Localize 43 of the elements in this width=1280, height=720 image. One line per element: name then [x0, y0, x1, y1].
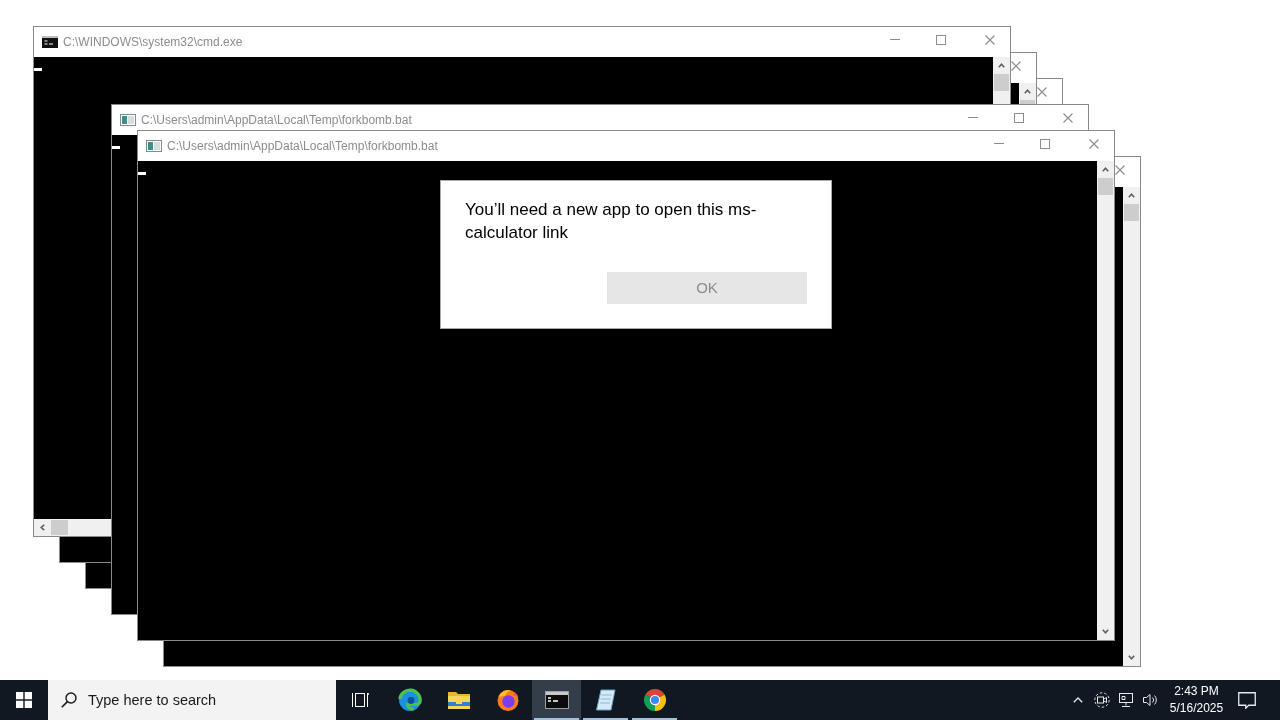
window-title: C:\Users\admin\AppData\Local\Temp\forkbomb.bat	[167, 138, 438, 154]
task-view-icon	[351, 691, 370, 709]
caret-down-icon	[1102, 629, 1109, 634]
network-icon	[1118, 692, 1134, 708]
caret-left-icon	[40, 524, 45, 531]
terminal-icon	[544, 688, 569, 712]
running-indicator	[632, 718, 677, 720]
terminal-icon	[42, 34, 58, 50]
minimize-icon	[890, 39, 900, 40]
message-icon	[1238, 691, 1256, 709]
camera-icon	[1094, 692, 1110, 708]
running-indicator	[583, 718, 628, 720]
maximize-icon	[936, 34, 946, 45]
running-indicator	[534, 718, 579, 720]
search-icon	[61, 692, 77, 708]
minimize-icon	[994, 143, 1004, 144]
chevron-up-icon	[1073, 697, 1083, 703]
caret-up-icon	[1024, 89, 1031, 94]
caret-down-icon	[1128, 655, 1135, 660]
window-icon	[146, 138, 162, 154]
minimize-icon	[968, 117, 978, 118]
scrollbar-thumb[interactable]	[1124, 204, 1139, 221]
scrollbar-thumb[interactable]	[51, 520, 68, 535]
dialog-message: You’ll need a new app to open this ms-calculator link	[465, 199, 758, 244]
search-field[interactable]: Type here to search	[48, 680, 336, 720]
caret-up-icon	[1128, 193, 1135, 198]
round-browser-icon	[642, 688, 667, 712]
caret-up-icon	[1102, 167, 1109, 172]
clock[interactable]: 2:43 PM 5/16/2025	[1162, 680, 1223, 720]
caret-up-icon	[998, 63, 1005, 68]
taskbar-app-button[interactable]	[532, 680, 581, 720]
swirl-browser-icon	[397, 688, 422, 712]
volume-icon	[1142, 692, 1158, 708]
notepad-icon	[593, 688, 618, 712]
maximize-icon	[1014, 112, 1024, 123]
scrollbar-thumb[interactable]	[1098, 178, 1113, 195]
flame-browser-icon	[495, 688, 520, 712]
window-title: C:\Users\admin\AppData\Local\Temp\forkbomb.bat	[141, 112, 412, 128]
windows-logo-icon	[16, 692, 32, 708]
scrollbar-thumb[interactable]	[994, 74, 1009, 91]
window-icon	[120, 112, 136, 128]
window-title: C:\WINDOWS\system32\cmd.exe	[63, 34, 243, 50]
maximize-icon	[1040, 138, 1050, 149]
